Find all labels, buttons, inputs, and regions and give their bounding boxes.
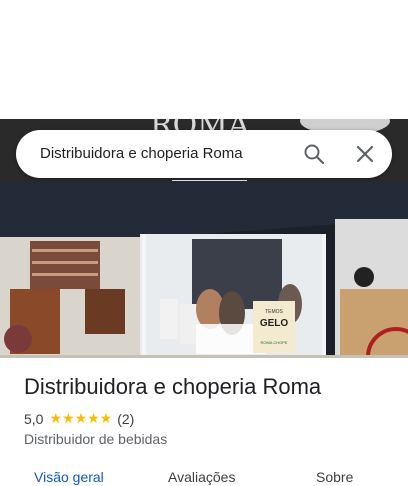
place-title: Distribuidora e choperia Roma — [24, 374, 322, 399]
rating-value: 5,0 — [24, 410, 44, 427]
tab-overview[interactable]: Visão geral — [34, 469, 104, 485]
search-bar[interactable]: Distribuidora e choperia Roma — [16, 130, 392, 178]
place-category: Distribuidor de bebidas — [24, 431, 168, 447]
photo-sign-bottom: ROMA CHOPE — [260, 340, 287, 345]
photo-sign-top: TEMOS — [265, 309, 283, 315]
review-count[interactable]: (2) — [117, 411, 134, 427]
tab-about[interactable]: Sobre — [316, 469, 353, 485]
close-icon[interactable] — [353, 142, 377, 166]
search-query-text[interactable]: Distribuidora e choperia Roma — [40, 145, 243, 162]
rating-row[interactable]: 5,0 ★★★★★ (2) — [24, 410, 134, 427]
place-tabs: Visão geral Avaliações Sobre — [0, 466, 408, 486]
photo-sign-main: GELO — [260, 318, 289, 329]
star-rating-icons: ★★★★★ — [49, 410, 113, 426]
search-icon[interactable] — [302, 142, 326, 166]
tab-reviews[interactable]: Avaliações — [168, 469, 235, 485]
